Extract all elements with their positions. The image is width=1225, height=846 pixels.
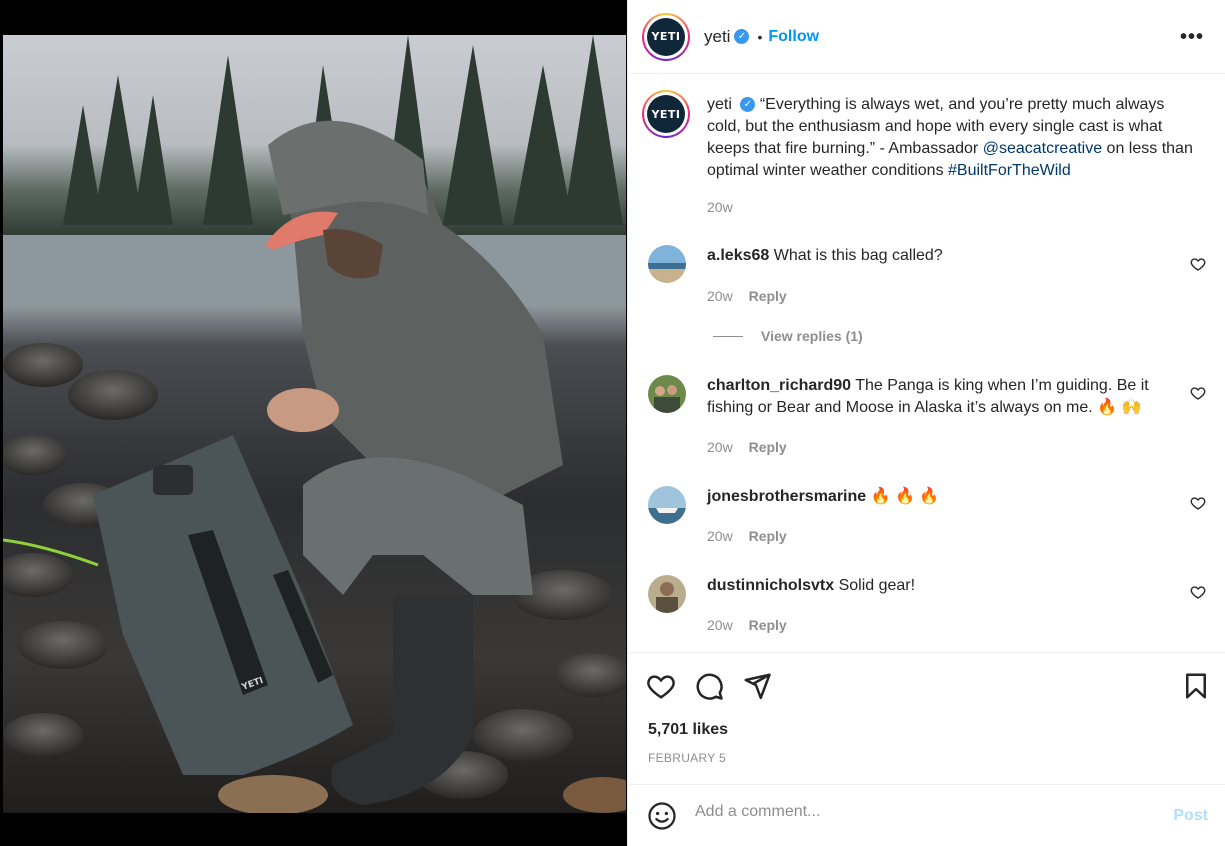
commenter-avatar[interactable] [648,375,686,413]
view-replies-button[interactable]: View replies (1) [713,328,863,344]
comment-meta: 20w Reply [707,439,787,455]
heart-icon[interactable] [646,671,676,701]
commenter-username[interactable]: jonesbrothersmarine [707,488,866,505]
post-photo[interactable]: YETI [3,35,626,813]
view-replies-label: View replies (1) [761,328,863,344]
heart-icon[interactable] [1190,495,1206,511]
likes-count[interactable]: 5,701 likes [648,721,728,739]
commenter-username[interactable]: a.leks68 [707,247,769,264]
commenter-username[interactable]: dustinnicholsvtx [707,577,834,594]
heart-icon[interactable] [1190,385,1206,401]
verified-badge-icon: ✓ [740,97,756,113]
post-caption: YETI yeti ✓ “Everything is always wet, a… [642,90,1212,218]
author-username[interactable]: yeti [704,27,730,47]
commenter-avatar[interactable] [648,575,686,613]
comment-text: dustinnicholsvtx Solid gear! [707,575,1162,597]
post-comment-button[interactable]: Post [1173,807,1208,825]
comment-meta: 20w Reply [707,617,787,633]
reply-button[interactable]: Reply [749,617,787,633]
comment-item: dustinnicholsvtx Solid gear! 20w Reply [648,575,1208,635]
divider-line [713,335,743,337]
post-media: YETI [0,0,627,846]
reply-button[interactable]: Reply [749,528,787,544]
comment-time[interactable]: 20w [707,439,733,455]
paper-plane-icon[interactable] [742,671,772,701]
comment-meta: 20w Reply [707,528,787,544]
comment-text: jonesbrothersmarine 🔥 🔥 🔥 [707,486,1162,508]
comment-body: What is this bag called? [773,247,943,264]
beach-photo-icon [648,245,686,283]
post-side-panel: YETI yeti ✓ • Follow ••• YETI yeti ✓ “Ev… [627,0,1225,846]
commenter-avatar[interactable] [648,245,686,283]
more-options-icon[interactable]: ••• [1180,26,1204,49]
reply-button[interactable]: Reply [749,288,787,304]
comment-composer: Post [628,784,1225,846]
comment-time[interactable]: 20w [707,288,733,304]
post-actions: 5,701 likes FEBRUARY 5 [628,652,1225,784]
comment-time[interactable]: 20w [707,617,733,633]
mention-link[interactable]: @seacatcreative [983,140,1102,157]
comment-meta: 20w Reply [707,288,787,304]
commenter-avatar[interactable] [648,486,686,524]
caption-timestamp[interactable]: 20w [707,196,1197,218]
post-header: YETI yeti ✓ • Follow ••• [628,0,1225,74]
smiley-icon[interactable] [647,801,677,831]
portrait-photo-icon [648,575,686,613]
verified-badge-icon: ✓ [734,29,750,44]
hashtag-link[interactable]: #BuiltForTheWild [948,162,1071,179]
comment-body: Solid gear! [838,577,916,594]
comment-input[interactable] [695,803,1145,821]
comment-item: charlton_richard90 The Panga is king whe… [648,375,1208,455]
caption-body: yeti ✓ “Everything is always wet, and yo… [707,94,1197,218]
heart-icon[interactable] [1190,256,1206,272]
comment-time[interactable]: 20w [707,528,733,544]
comment-body: 🔥 🔥 🔥 [870,488,940,505]
comment-item: jonesbrothersmarine 🔥 🔥 🔥 20w Reply [648,486,1208,546]
caption-author-avatar[interactable]: YETI [642,90,690,138]
group-photo-icon [648,375,686,413]
caption-username[interactable]: yeti [707,96,732,113]
comment-item: a.leks68 What is this bag called? 20w Re… [648,245,1208,315]
yeti-logo-icon: YETI [647,17,685,56]
bookmark-icon[interactable] [1181,671,1211,701]
reply-button[interactable]: Reply [749,439,787,455]
comment-text: a.leks68 What is this bag called? [707,245,1162,267]
commenter-username[interactable]: charlton_richard90 [707,377,851,394]
heart-icon[interactable] [1190,584,1206,600]
separator-dot: • [757,28,763,45]
yeti-logo-icon: YETI [647,95,685,133]
comment-text: charlton_richard90 The Panga is king whe… [707,375,1162,419]
post-date[interactable]: FEBRUARY 5 [648,751,726,765]
follow-button[interactable]: Follow [768,28,819,46]
author-avatar[interactable]: YETI [642,12,690,61]
comment-bubble-icon[interactable] [694,671,724,701]
boat-photo-icon [648,486,686,524]
